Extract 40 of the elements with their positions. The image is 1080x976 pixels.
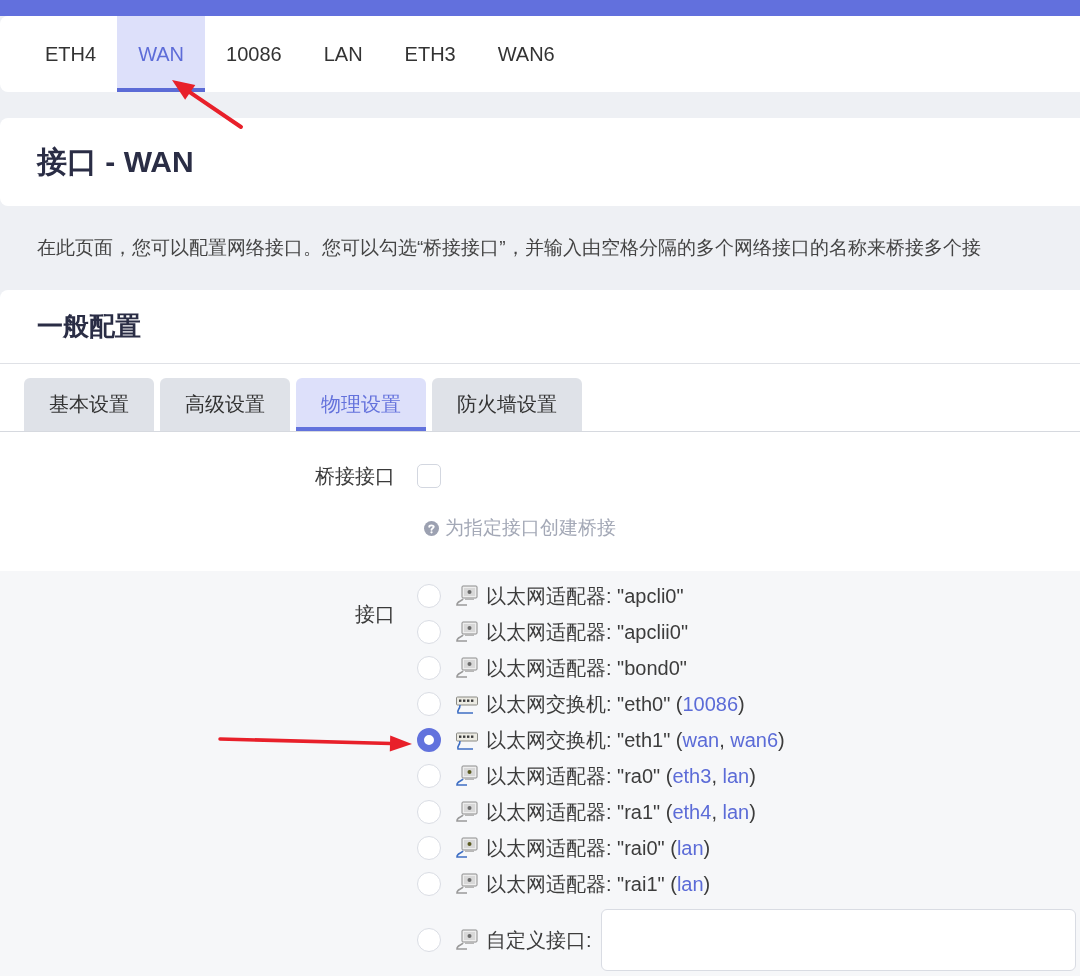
bridge-checkbox[interactable]: [417, 464, 441, 488]
settings-tab[interactable]: 高级设置: [160, 378, 290, 431]
interface-option-label: 以太网适配器: "apcli0": [486, 584, 684, 608]
interface-tab[interactable]: LAN: [302, 16, 384, 92]
network-link[interactable]: eth4: [672, 801, 712, 823]
page-description: 在此页面，您可以配置网络接口。您可以勾选“桥接接口”，并输入由空格分隔的多个网络接口的名称来桥接多个接: [37, 236, 981, 260]
interface-tab[interactable]: ETH3: [383, 16, 477, 92]
interface-tab[interactable]: ETH4: [24, 16, 118, 92]
section-title: 一般配置: [37, 310, 141, 343]
help-text: 为指定接口创建桥接: [445, 516, 616, 540]
interface-option-label: 以太网适配器: "ra1" (eth4, lan): [486, 800, 756, 824]
field-label: 桥接接口: [315, 465, 395, 487]
network-link[interactable]: lan: [722, 765, 750, 787]
annotation-arrow: [172, 80, 243, 129]
interface-option-label: 以太网适配器: "rai1" (lan): [486, 872, 711, 896]
network-link[interactable]: lan: [676, 837, 704, 859]
interface-option-label: 以太网适配器: "apclii0": [486, 620, 688, 644]
interface-option-label: 以太网交换机: "eth0" (10086): [486, 692, 745, 716]
field-label: 接口: [355, 603, 395, 625]
settings-tab[interactable]: 防火墙设置: [432, 378, 582, 431]
interface-tab[interactable]: WAN6: [476, 16, 576, 92]
custom-interface-field[interactable]: [600, 909, 1076, 971]
interface-tab[interactable]: WAN: [117, 16, 206, 92]
settings-tab[interactable]: 基本设置: [24, 378, 154, 431]
network-link[interactable]: 10086: [682, 693, 739, 715]
page-title: 接口 - WAN: [37, 143, 194, 180]
help-icon: [424, 520, 439, 536]
network-link[interactable]: lan: [676, 873, 704, 895]
interface-option-label: 以太网交换机: "eth1" (wan, wan6): [486, 728, 785, 752]
interface-option-label: 自定义接口:: [486, 928, 592, 952]
interface-option-label: 以太网适配器: "rai0" (lan): [486, 836, 711, 860]
network-link[interactable]: eth3: [672, 765, 712, 787]
network-link[interactable]: wan: [682, 729, 720, 751]
network-link[interactable]: wan6: [730, 729, 779, 751]
interface-option-label: 以太网适配器: "ra0" (eth3, lan): [486, 764, 756, 788]
network-link[interactable]: lan: [722, 801, 750, 823]
radio-button[interactable]: [417, 728, 441, 752]
settings-tab[interactable]: 物理设置: [296, 378, 426, 431]
interface-tab[interactable]: 10086: [205, 16, 303, 92]
interface-option-label: 以太网适配器: "bond0": [486, 656, 687, 680]
